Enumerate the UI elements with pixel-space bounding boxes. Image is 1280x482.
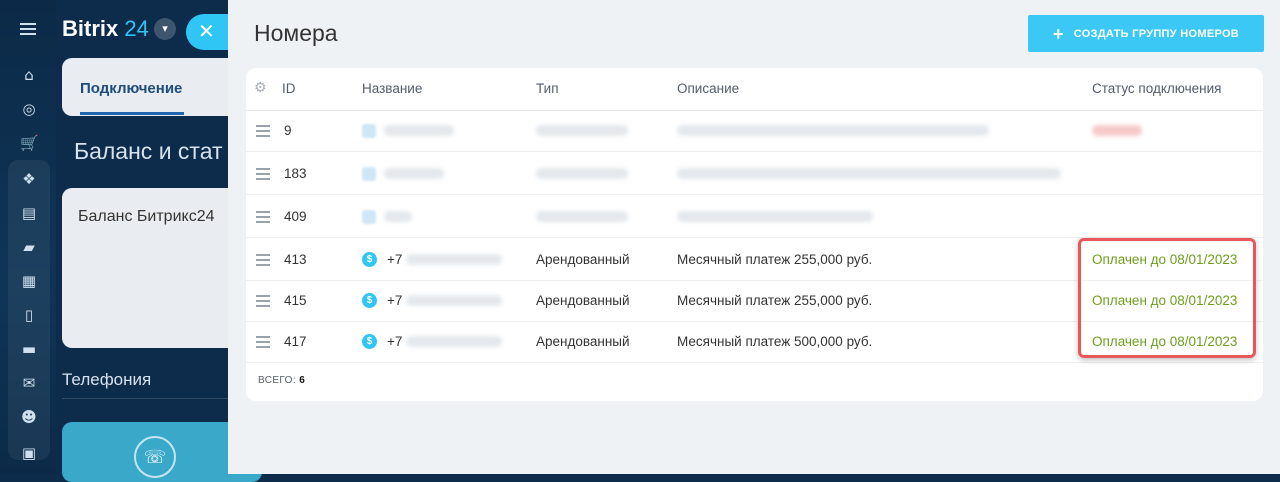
status-highlight-box [1078, 238, 1256, 358]
blurred-type [536, 168, 628, 179]
total-value: 6 [299, 375, 306, 386]
column-header-name[interactable]: Название [362, 81, 422, 96]
blurred-status [1092, 125, 1142, 136]
row-phone-prefix: +7 [387, 252, 403, 267]
dollar-coin-icon: $ [362, 293, 377, 308]
balance-title: Баланс и стат [74, 138, 223, 164]
drag-handle-icon[interactable] [256, 168, 270, 183]
target-icon[interactable]: ◎ [20, 100, 38, 118]
page-title: Номера [254, 20, 338, 46]
chevron-down-icon[interactable]: ▾ [154, 18, 176, 40]
column-header-id[interactable]: ID [282, 81, 296, 96]
row-phone-prefix: +7 [387, 334, 403, 349]
calendar-icon[interactable]: ▦ [20, 272, 38, 290]
dollar-coin-icon: $ [362, 252, 377, 267]
row-id: 183 [284, 166, 307, 181]
numbers-slider: Номера + СОЗДАТЬ ГРУППУ НОМЕРОВ ⚙ ID Наз… [228, 0, 1280, 474]
drag-handle-icon[interactable] [256, 295, 270, 310]
drive-icon[interactable]: ▬ [20, 340, 38, 358]
blurred-name [384, 125, 454, 136]
blurred-type [536, 211, 628, 222]
row-type: Арендованный [536, 252, 630, 267]
drag-handle-icon[interactable] [256, 336, 270, 351]
row-phone-prefix: +7 [387, 293, 403, 308]
create-number-group-label: СОЗДАТЬ ГРУППУ НОМЕРОВ [1073, 27, 1240, 40]
row-type: Арендованный [536, 293, 630, 308]
tab-connection[interactable]: Подключение [80, 80, 182, 97]
plus-icon: + [1052, 23, 1064, 44]
chat-icon[interactable]: ▰ [20, 238, 38, 256]
background-app: Bitrix 24 ▾ Подключение Баланс и стат Ба… [56, 0, 262, 482]
crm-icon[interactable]: ❖ [20, 170, 38, 188]
contact-card-icon[interactable]: ▣ [20, 444, 38, 462]
row-description: Месячный платеж 255,000 руб. [677, 252, 873, 267]
active-tab-indicator [80, 112, 184, 115]
drag-handle-icon[interactable] [256, 254, 270, 269]
drag-handle-icon[interactable] [256, 125, 270, 140]
grid-header: ⚙ ID Название Тип Описание Статус подклю… [246, 68, 1263, 111]
total-count: ВСЕГО: 6 [258, 375, 305, 386]
column-header-type[interactable]: Тип [536, 81, 559, 96]
row-id: 415 [284, 293, 307, 308]
phone-payment-icon: ☏ [134, 436, 176, 478]
table-row[interactable]: 409 [246, 197, 1263, 238]
table-row[interactable]: 183 [246, 154, 1263, 195]
table-row[interactable]: 9 [246, 111, 1263, 152]
menu-icon[interactable] [20, 20, 38, 38]
blurred-phone-number [406, 336, 502, 347]
row-type: Арендованный [536, 334, 630, 349]
logo: Bitrix 24 [62, 16, 149, 41]
blurred-type [536, 125, 628, 136]
blurred-name [384, 211, 412, 222]
row-description: Месячный платеж 255,000 руб. [677, 293, 873, 308]
row-id: 409 [284, 209, 307, 224]
blurred-phone-number [406, 295, 502, 306]
dollar-coin-icon: $ [362, 334, 377, 349]
close-icon: ✕ [198, 21, 215, 43]
drag-handle-icon[interactable] [256, 211, 270, 226]
document-icon[interactable]: ▯ [20, 306, 38, 324]
left-icon-rail: ⌂ ◎ 🛒 ❖ ▤ ▰ ▦ ▯ ▬ ✉ ☻ ▣ [0, 0, 56, 474]
mail-icon[interactable]: ✉ [20, 374, 38, 392]
blurred-icon [362, 167, 376, 181]
users-icon[interactable]: ☻ [20, 408, 38, 426]
row-id: 413 [284, 252, 307, 267]
telephony-label: Телефония [62, 370, 152, 389]
feed-icon[interactable]: ▤ [20, 204, 38, 222]
blurred-description [677, 211, 873, 222]
home-icon[interactable]: ⌂ [20, 66, 38, 84]
row-id: 9 [284, 123, 292, 138]
blurred-phone-number [406, 254, 502, 265]
create-number-group-button[interactable]: + СОЗДАТЬ ГРУППУ НОМЕРОВ [1028, 15, 1264, 52]
row-id: 417 [284, 334, 307, 349]
blurred-name [384, 168, 444, 179]
column-header-description[interactable]: Описание [677, 81, 739, 96]
blurred-icon [362, 124, 376, 138]
balance-card-label: Баланс Битрикс24 [78, 208, 215, 225]
total-label: ВСЕГО: [258, 375, 297, 386]
row-description: Месячный платеж 500,000 руб. [677, 334, 873, 349]
gear-icon[interactable]: ⚙ [254, 80, 270, 96]
blurred-description [677, 168, 1061, 179]
column-header-status[interactable]: Статус подключения [1092, 81, 1221, 96]
blurred-icon [362, 210, 376, 224]
cart-icon[interactable]: 🛒 [20, 134, 39, 152]
blurred-description [677, 125, 989, 136]
